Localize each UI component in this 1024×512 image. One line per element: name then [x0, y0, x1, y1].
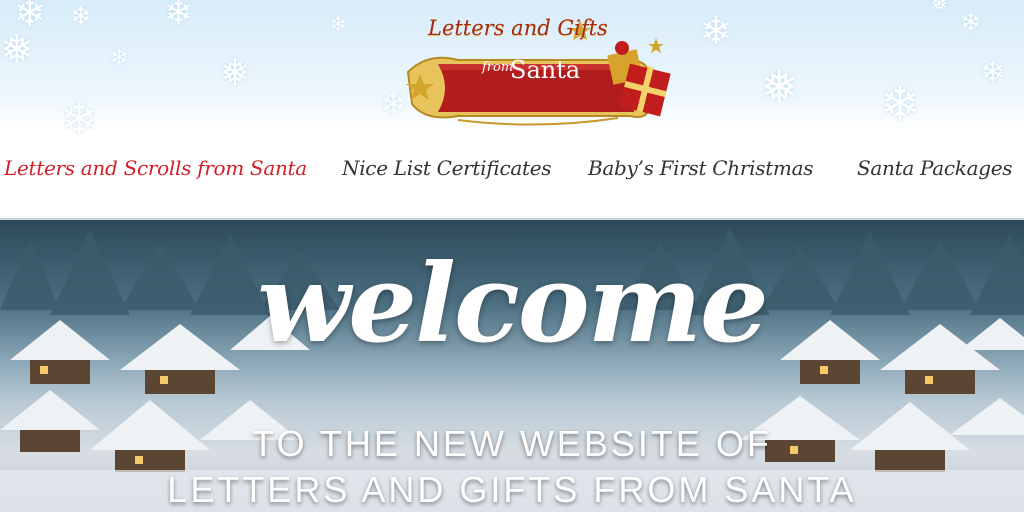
snowflake-icon: ❅ [760, 60, 799, 114]
snowflake-icon: ❅ [930, 0, 949, 17]
nav-item-nice-list[interactable]: Nice List Certificates [342, 156, 552, 180]
logo-from-text: from [482, 60, 514, 75]
main-nav: Letters and Scrolls from Santa Nice List… [0, 150, 1024, 190]
nav-item-babys-first-christmas[interactable]: Baby’s First Christmas [588, 156, 813, 180]
snowflake-icon: ❄ [880, 76, 921, 132]
hero-subtitle-line1: TO THE NEW WEBSITE OF [252, 423, 772, 464]
logo-title: Letters and Gifts [428, 16, 608, 40]
hero-title: welcome [257, 241, 769, 367]
snowflake-icon: ❄ [110, 46, 129, 71]
snowflake-icon: ❄ [960, 8, 982, 38]
snowflake-icon: ❄ [700, 9, 732, 53]
nav-item-santa-packages[interactable]: Santa Packages [857, 156, 1013, 180]
site-logo[interactable]: Letters and Gifts from Santa [398, 12, 680, 130]
hero-banner: welcome TO THE NEW WEBSITE OF LETTERS AN… [0, 220, 1024, 512]
snowflake-icon: ❅ [220, 53, 251, 94]
hero-subtitle-line2: LETTERS AND GIFTS FROM SANTA [167, 469, 857, 510]
snowflake-icon: ❄ [330, 12, 347, 36]
logo-santa-text: Santa [510, 56, 581, 84]
snowflake-icon: ❄ [980, 55, 1006, 90]
snowflake-icon: ❄ [60, 92, 99, 146]
snowflake-icon: ❅ [0, 27, 34, 73]
snowflake-icon: ❄ [164, 0, 193, 33]
snowflake-icon: ❄ [70, 2, 92, 32]
nav-item-letters-scrolls[interactable]: Letters and Scrolls from Santa [4, 156, 307, 180]
